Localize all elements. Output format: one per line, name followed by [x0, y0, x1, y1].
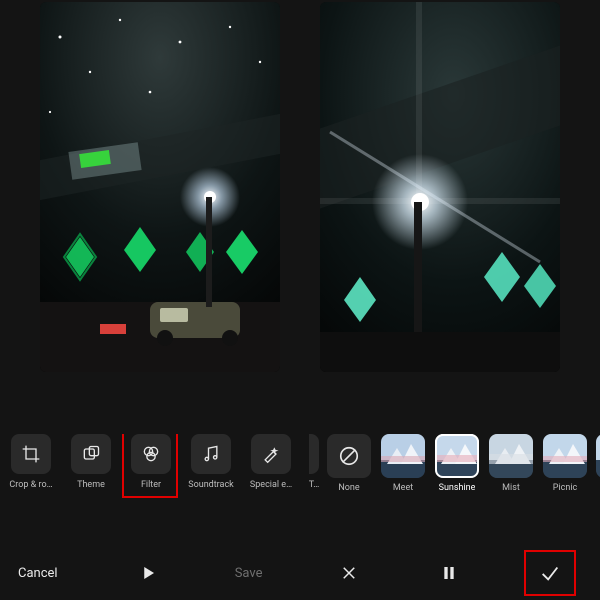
tool-label: Filter: [141, 480, 161, 490]
tool-label: Theme: [77, 480, 105, 490]
filter-label: Sunshine: [439, 483, 476, 493]
filter-cut-off[interactable]: Ca: [596, 434, 600, 493]
filter-thumb: [596, 434, 600, 478]
filter-picnic[interactable]: Picnic: [542, 434, 588, 493]
confirm-button[interactable]: [500, 546, 600, 600]
preview-row: [0, 0, 600, 372]
filter-mist[interactable]: Mist: [488, 434, 534, 493]
none-icon: [327, 434, 371, 478]
filter-list[interactable]: None Meet Sunshine Mist Picnic: [326, 434, 600, 493]
cancel-button[interactable]: Cancel: [0, 546, 98, 600]
pause-button[interactable]: [399, 546, 499, 600]
pause-icon: [441, 564, 457, 582]
tool-scroll[interactable]: Crop & ro… Theme Filter: [6, 434, 322, 490]
tool-crop[interactable]: Crop & ro…: [6, 434, 56, 490]
tool-label: Crop & ro…: [9, 480, 52, 490]
tool-cut-icon: [309, 434, 319, 474]
filter-label: Meet: [393, 483, 413, 493]
tool-theme[interactable]: Theme: [66, 434, 116, 490]
filter-thumb: [489, 434, 533, 478]
tool-label: Special e…: [250, 480, 292, 490]
filter-label: None: [338, 483, 359, 493]
bottom-bar: Cancel Save: [0, 546, 600, 600]
tool-special-effects[interactable]: Special e…: [246, 434, 296, 490]
filter-meet[interactable]: Meet: [380, 434, 426, 493]
tool-cut-off[interactable]: T…: [306, 434, 322, 490]
editor-toolbar: Crop & ro… Theme Filter: [0, 434, 600, 504]
preview-original[interactable]: [40, 2, 280, 372]
close-button[interactable]: [299, 546, 399, 600]
special-effects-icon: [251, 434, 291, 474]
theme-icon: [71, 434, 111, 474]
save-label: Save: [235, 566, 263, 581]
filter-thumb: [381, 434, 425, 478]
filter-label: Picnic: [553, 483, 577, 493]
filter-thumb: [435, 434, 479, 478]
cancel-label: Cancel: [18, 566, 58, 581]
filter-icon: [131, 434, 171, 474]
tool-soundtrack[interactable]: Soundtrack: [186, 434, 236, 490]
tool-filter[interactable]: Filter: [126, 434, 176, 490]
close-icon: [340, 564, 358, 582]
check-icon: [539, 562, 561, 584]
filter-label: Mist: [502, 483, 520, 493]
tool-label: T…: [309, 480, 319, 490]
filter-none[interactable]: None: [326, 434, 372, 493]
filter-thumb: [543, 434, 587, 478]
crop-icon: [11, 434, 51, 474]
tool-label: Soundtrack: [188, 480, 233, 490]
play-button[interactable]: [98, 546, 198, 600]
save-button[interactable]: Save: [198, 546, 298, 600]
preview-filtered[interactable]: [320, 2, 560, 372]
filter-sunshine[interactable]: Sunshine: [434, 434, 480, 493]
play-icon: [139, 564, 157, 582]
soundtrack-icon: [191, 434, 231, 474]
